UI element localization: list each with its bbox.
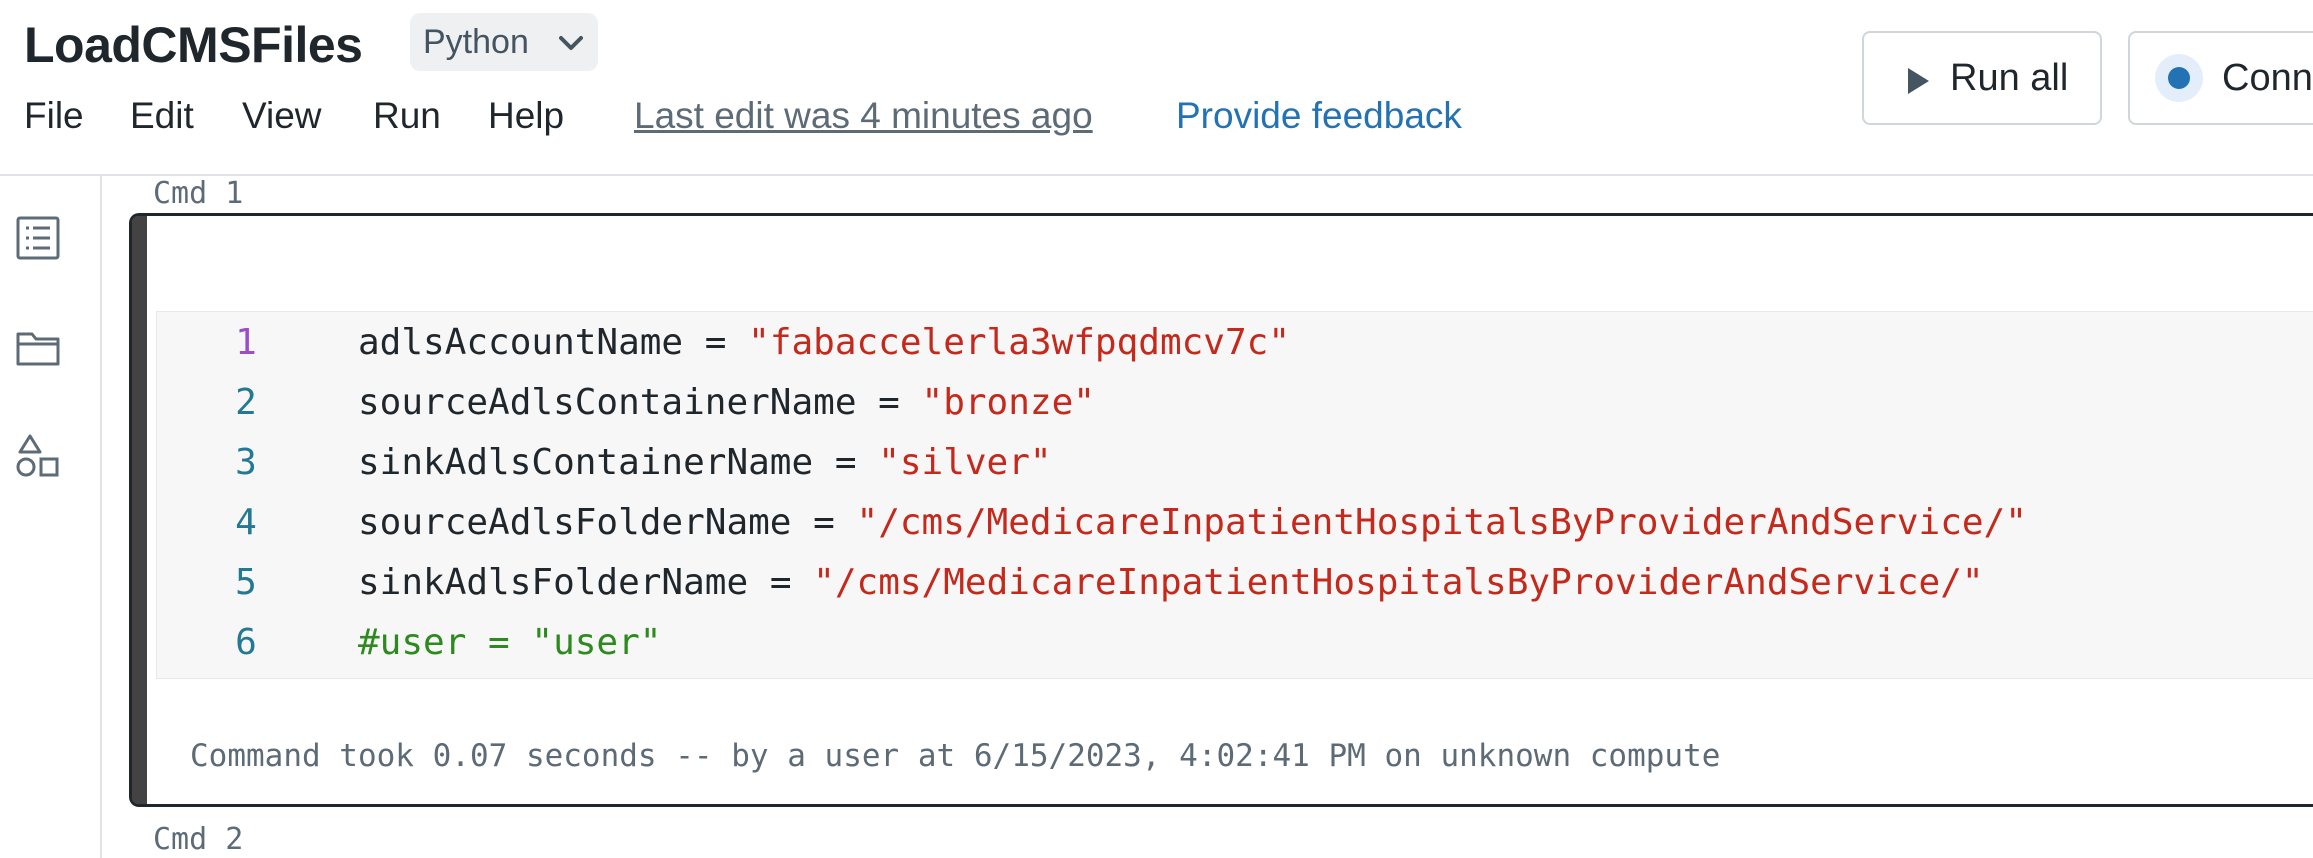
status-dot <box>2168 67 2190 89</box>
line-number: 3 <box>235 442 257 483</box>
line-number: 6 <box>235 622 257 663</box>
language-selector[interactable]: Python <box>410 13 598 71</box>
menu-help[interactable]: Help <box>488 95 564 137</box>
menu-edit[interactable]: Edit <box>130 95 194 137</box>
connect-label: Conn <box>2222 57 2313 99</box>
chevron-down-icon <box>559 36 583 50</box>
code-text: sinkAdlsFolderName = "/cms/MedicareInpat… <box>358 562 1984 603</box>
command-output: Command took 0.07 seconds -- by a user a… <box>190 738 1721 774</box>
folder-icon[interactable] <box>14 324 62 372</box>
cell-label: Cmd 1 <box>153 176 244 211</box>
menu-view[interactable]: View <box>242 95 322 137</box>
line-number: 4 <box>235 502 257 543</box>
code-text: sinkAdlsContainerName = "silver" <box>358 442 1052 483</box>
status-indicator <box>2155 54 2203 102</box>
notebook-header: LoadCMSFiles Python File Edit View Run H… <box>0 0 2313 176</box>
cell-selection-bar <box>132 216 147 804</box>
language-label: Python <box>423 22 529 61</box>
list-icon[interactable] <box>14 214 62 262</box>
line-number: 1 <box>235 322 257 363</box>
code-text: sourceAdlsFolderName = "/cms/MedicareInp… <box>358 502 2027 543</box>
connect-button[interactable]: Conn <box>2128 31 2313 125</box>
cell-label: Cmd 2 <box>153 822 244 857</box>
notebook-title[interactable]: LoadCMSFiles <box>24 16 363 74</box>
code-text: sourceAdlsContainerName = "bronze" <box>358 382 1095 423</box>
shapes-icon[interactable] <box>14 432 62 480</box>
code-editor[interactable]: 1 adlsAccountName = "fabaccelerla3wfpqdm… <box>156 311 2313 679</box>
left-sidebar <box>0 176 102 858</box>
menu-file[interactable]: File <box>24 95 84 137</box>
line-number: 2 <box>235 382 257 423</box>
provide-feedback-link[interactable]: Provide feedback <box>1176 95 1462 137</box>
line-number: 5 <box>235 562 257 603</box>
play-icon <box>1908 68 1929 94</box>
menu-run[interactable]: Run <box>373 95 441 137</box>
code-text: #user = "user" <box>358 622 662 663</box>
run-all-label: Run all <box>1950 57 2069 99</box>
run-all-button[interactable]: Run all <box>1862 31 2102 125</box>
code-text: adlsAccountName = "fabaccelerla3wfpqdmcv… <box>358 322 1290 363</box>
last-edit-link[interactable]: Last edit was 4 minutes ago <box>634 95 1093 137</box>
